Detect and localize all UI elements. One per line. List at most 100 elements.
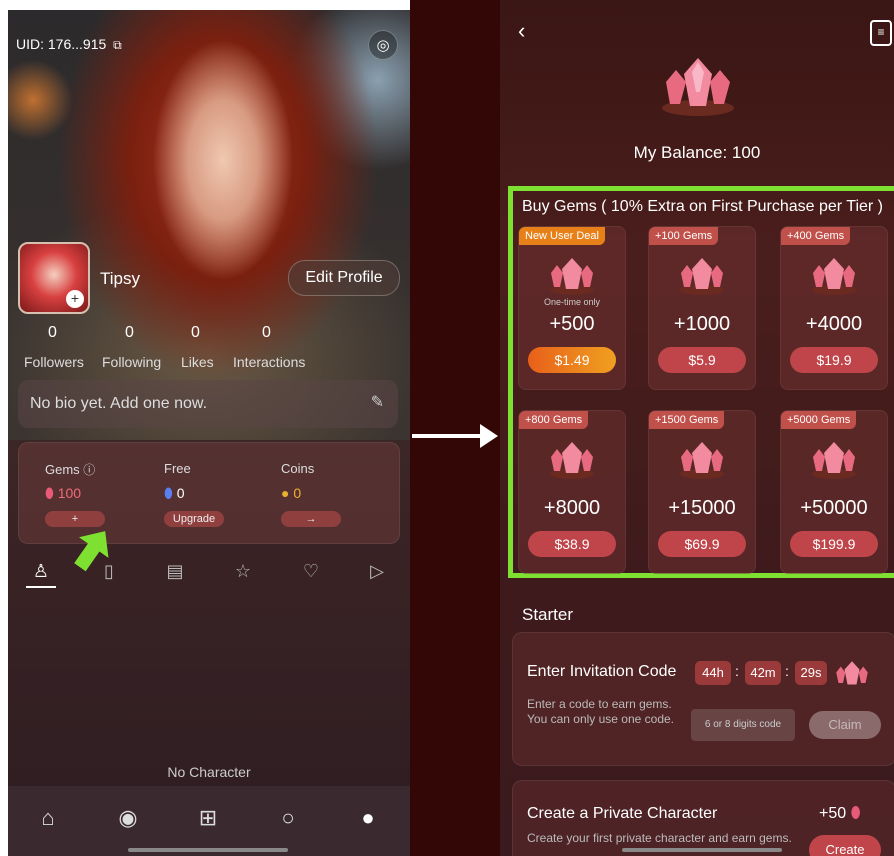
- gems-hero-icon: [662, 58, 734, 116]
- gem-pack-card[interactable]: +800 Gems +8000 $38.9: [518, 410, 626, 574]
- tab-stories-icon[interactable]: ▯: [94, 556, 124, 586]
- gem-icon: [680, 258, 724, 295]
- tab-videos-icon[interactable]: ▷: [362, 556, 392, 586]
- starter-heading: Starter: [522, 605, 574, 624]
- timer-sep: :: [735, 663, 739, 679]
- bio-field[interactable]: No bio yet. Add one now. ✎: [18, 380, 398, 428]
- buy-gems-title: Buy Gems ( 10% Extra on First Purchase p…: [522, 198, 884, 215]
- gems-label: Gems ⓘ: [45, 462, 96, 477]
- pack-tag: +5000 Gems: [781, 411, 857, 429]
- home-indicator: [128, 848, 288, 852]
- transition-arrow-icon: [412, 424, 498, 448]
- username: Tipsy: [100, 269, 140, 288]
- pack-price-button[interactable]: $5.9: [658, 347, 746, 373]
- interactions-label[interactable]: Interactions: [233, 354, 305, 370]
- chat-icon[interactable]: ○: [270, 800, 306, 836]
- settings-icon[interactable]: ◎: [368, 30, 398, 60]
- private-character-title: Create a Private Character: [527, 805, 718, 822]
- profile-icon[interactable]: ●: [350, 800, 386, 836]
- gem-pack-card[interactable]: +5000 Gems +50000 $199.9: [780, 410, 888, 574]
- likes-count[interactable]: 0: [191, 324, 200, 342]
- gem-icon: [836, 661, 868, 685]
- invitation-card: Enter Invitation Code 44h : 42m : 29s En…: [512, 632, 894, 766]
- coins-balance: ● 0: [281, 485, 302, 501]
- pack-price-button[interactable]: $69.9: [658, 531, 746, 557]
- private-character-description: Create your first private character and …: [527, 831, 792, 845]
- pack-price-button[interactable]: $19.9: [790, 347, 878, 373]
- tab-characters-icon[interactable]: ♙: [26, 556, 56, 588]
- one-time-label: One-time only: [543, 297, 601, 307]
- coin-icon: ●: [281, 485, 290, 501]
- edit-bio-icon[interactable]: ✎: [371, 392, 384, 412]
- pack-tag: New User Deal: [519, 227, 605, 245]
- bio-placeholder: No bio yet. Add one now.: [30, 395, 208, 412]
- uid-text: UID: 176...915: [16, 36, 107, 52]
- tab-favorites-icon[interactable]: ☆: [228, 556, 258, 586]
- claim-button[interactable]: Claim: [809, 711, 881, 739]
- following-label[interactable]: Following: [102, 354, 161, 370]
- free-label: Free: [164, 461, 191, 476]
- pack-amount: +15000: [668, 497, 736, 519]
- interactions-count[interactable]: 0: [262, 324, 271, 342]
- create-button[interactable]: Create: [809, 835, 881, 856]
- pack-amount: +4000: [805, 313, 863, 335]
- gem-icon: [680, 442, 724, 479]
- home-indicator: [622, 848, 782, 852]
- pack-tag: +400 Gems: [781, 227, 851, 245]
- profile-cover-image: [8, 10, 410, 440]
- gem-icon: [812, 258, 856, 295]
- records-icon[interactable]: ≡: [870, 20, 892, 46]
- explore-icon[interactable]: ◉: [110, 800, 146, 836]
- bottom-nav: ⌂ ◉ ⊞ ○ ●: [8, 786, 410, 856]
- pack-amount: +8000: [543, 497, 601, 519]
- balance-text: My Balance: 100: [633, 143, 761, 162]
- free-balance: ⬮ 0: [164, 485, 185, 501]
- pack-tag: +1500 Gems: [649, 411, 725, 429]
- gem-icon: [812, 442, 856, 479]
- invitation-code-input[interactable]: 6 or 8 digits code: [691, 709, 795, 741]
- pack-price-button[interactable]: $38.9: [528, 531, 616, 557]
- following-count[interactable]: 0: [125, 324, 134, 342]
- gem-pack-card[interactable]: New User Deal One-time only +500 $1.49: [518, 226, 626, 390]
- edit-profile-button[interactable]: Edit Profile: [288, 260, 400, 296]
- uid-row[interactable]: UID: 176...915 ⧉: [16, 36, 122, 53]
- gem-icon: ⬮: [45, 485, 54, 501]
- pack-amount: +1000: [673, 313, 731, 335]
- tab-profile-card-icon[interactable]: ▤: [160, 556, 190, 586]
- timer-seconds: 29s: [795, 661, 827, 685]
- gem-icon: [550, 258, 594, 295]
- profile-screen: UID: 176...915 ⧉ ◎ + Tipsy Edit Profile …: [8, 10, 410, 856]
- invitation-description: Enter a code to earn gems. You can only …: [527, 697, 675, 726]
- tab-likes-icon[interactable]: ♡: [296, 556, 326, 586]
- followers-label[interactable]: Followers: [24, 354, 84, 370]
- blue-gem-icon: ⬮: [164, 485, 173, 501]
- coins-arrow-button[interactable]: →: [281, 511, 341, 527]
- gem-pack-card[interactable]: +400 Gems +4000 $19.9: [780, 226, 888, 390]
- private-character-card: Create a Private Character +50 ⬮ Create …: [512, 780, 894, 856]
- gem-shop-screen: ‹ ≡ My Balance: 100 Buy Gems ( 10% Extra…: [500, 0, 894, 856]
- profile-tabs: ♙ ▯ ▤ ☆ ♡ ▷: [8, 556, 410, 596]
- gem-pack-card[interactable]: +100 Gems +1000 $5.9: [648, 226, 756, 390]
- back-icon[interactable]: ‹: [518, 18, 525, 44]
- home-icon[interactable]: ⌂: [30, 800, 66, 836]
- gem-pack-card[interactable]: +1500 Gems +15000 $69.9: [648, 410, 756, 574]
- likes-label[interactable]: Likes: [181, 354, 214, 370]
- coins-label: Coins: [281, 461, 315, 476]
- pack-price-button[interactable]: $1.49: [528, 347, 616, 373]
- gems-balance: ⬮ 100: [45, 485, 82, 501]
- copy-icon[interactable]: ⧉: [113, 38, 122, 52]
- avatar-add-icon[interactable]: +: [66, 290, 84, 308]
- gem-icon: ⬮: [850, 805, 861, 822]
- gem-icon: [550, 442, 594, 479]
- empty-state-text: No Character: [167, 764, 251, 780]
- followers-count[interactable]: 0: [48, 324, 57, 342]
- invitation-title: Enter Invitation Code: [527, 663, 677, 680]
- pack-price-button[interactable]: $199.9: [790, 531, 878, 557]
- pack-amount: +50000: [800, 497, 868, 519]
- divider-panel: [410, 0, 500, 856]
- private-character-reward: +50 ⬮: [819, 805, 861, 822]
- create-icon[interactable]: ⊞: [190, 800, 226, 836]
- info-icon[interactable]: ⓘ: [83, 463, 95, 477]
- pack-tag: +800 Gems: [519, 411, 589, 429]
- upgrade-button[interactable]: Upgrade: [164, 511, 224, 527]
